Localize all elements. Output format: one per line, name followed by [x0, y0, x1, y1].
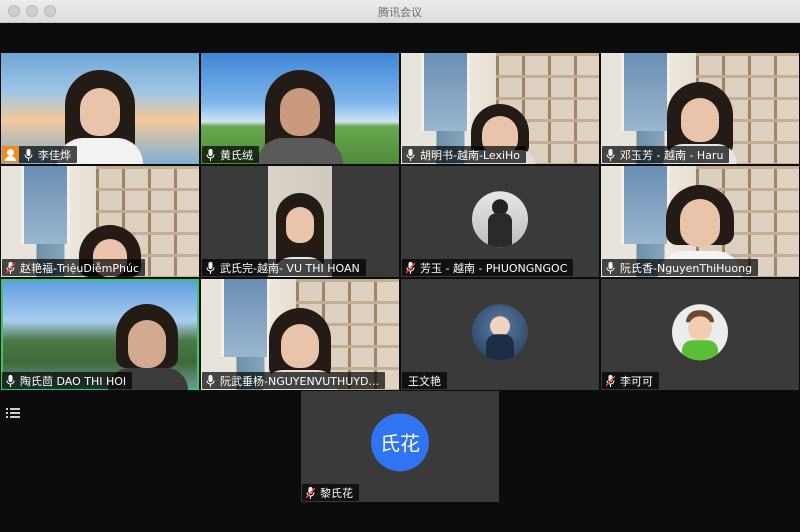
participant-video [257, 70, 343, 164]
video-tile[interactable]: 赵艳福-TriệuDiễmPhúc [1, 166, 199, 277]
participant-name-bar: 黄氏绒 [202, 146, 259, 163]
microphone-muted-icon [6, 261, 15, 274]
microphone-muted-icon [406, 261, 415, 274]
video-tile[interactable]: 李佳烨 [1, 53, 199, 164]
microphone-icon [206, 261, 215, 274]
participant-name-bar: 李可可 [602, 372, 659, 389]
title-bar: 腾讯会议 [0, 0, 800, 23]
participant-name: 李可可 [620, 374, 653, 388]
participant-name: 赵艳福-TriệuDiễmPhúc [20, 261, 140, 275]
participant-name-bar: 黎氏花 [302, 484, 359, 501]
microphone-icon [606, 261, 615, 274]
participant-name-bar: 赵艳福-TriệuDiễmPhúc [2, 259, 146, 276]
participant-name: 武氏完-越南- VU THI HOAN [220, 261, 360, 275]
avatar [472, 190, 528, 247]
window-title: 腾讯会议 [378, 6, 422, 19]
microphone-icon [606, 148, 615, 161]
avatar [672, 303, 728, 360]
participant-name-bar: 陶氏茴 DAO THI HOI [2, 372, 133, 389]
participant-name: 阮氏香-NguyenThiHuong [620, 261, 753, 275]
participant-name-bar: 阮武垂杨-NGUYENVUTHUYD... [202, 372, 385, 389]
participant-name: 胡明书-越南-LexiHo [420, 148, 521, 162]
video-tile[interactable]: 阮武垂杨-NGUYENVUTHUYD... [201, 279, 399, 390]
participant-name: 王文艳 [408, 374, 441, 388]
participant-name-bar: 李佳烨 [2, 146, 77, 163]
microphone-icon [6, 374, 15, 387]
microphone-muted-icon [606, 374, 615, 387]
video-tile[interactable]: 邓玉芳 - 越南 - Haru [601, 53, 799, 164]
participant-name-bar: 胡明书-越南-LexiHo [402, 146, 527, 163]
microphone-icon [206, 148, 215, 161]
video-tile[interactable]: 芳玉 - 越南 - PHUONGNGOC [401, 166, 599, 277]
microphone-icon [24, 148, 33, 161]
participant-name-bar: 邓玉芳 - 越南 - Haru [602, 146, 730, 163]
video-tile[interactable]: 李可可 [601, 279, 799, 390]
participant-list-icon[interactable] [6, 406, 20, 420]
video-tile[interactable]: 氏花 黎氏花 [301, 391, 499, 502]
microphone-icon [206, 374, 215, 387]
microphone-icon [406, 148, 415, 161]
video-tile[interactable]: 阮氏香-NguyenThiHuong [601, 166, 799, 277]
participant-name: 黄氏绒 [220, 148, 253, 162]
participant-name: 李佳烨 [38, 148, 71, 162]
participant-name-bar: 阮氏香-NguyenThiHuong [602, 259, 759, 276]
avatar: 氏花 [371, 412, 429, 471]
participant-name: 芳玉 - 越南 - PHUONGNGOC [420, 261, 568, 275]
participant-name: 邓玉芳 - 越南 - Haru [620, 148, 724, 162]
participant-name: 黎氏花 [320, 486, 353, 500]
video-tile[interactable]: 武氏完-越南- VU THI HOAN [201, 166, 399, 277]
host-icon [2, 146, 19, 163]
video-tile[interactable]: 王文艳 [401, 279, 599, 390]
avatar [472, 303, 528, 360]
participant-name: 陶氏茴 DAO THI HOI [20, 374, 127, 388]
video-tile[interactable]: 黄氏绒 [201, 53, 399, 164]
participant-name-bar: 王文艳 [402, 372, 447, 389]
microphone-muted-icon [306, 486, 315, 499]
participant-name-bar: 武氏完-越南- VU THI HOAN [202, 259, 366, 276]
video-tile[interactable]: 胡明书-越南-LexiHo [401, 53, 599, 164]
participant-name-bar: 芳玉 - 越南 - PHUONGNGOC [402, 259, 574, 276]
participant-name: 阮武垂杨-NGUYENVUTHUYD... [220, 374, 379, 388]
video-tile-active-speaker[interactable]: 陶氏茴 DAO THI HOI [1, 279, 199, 390]
